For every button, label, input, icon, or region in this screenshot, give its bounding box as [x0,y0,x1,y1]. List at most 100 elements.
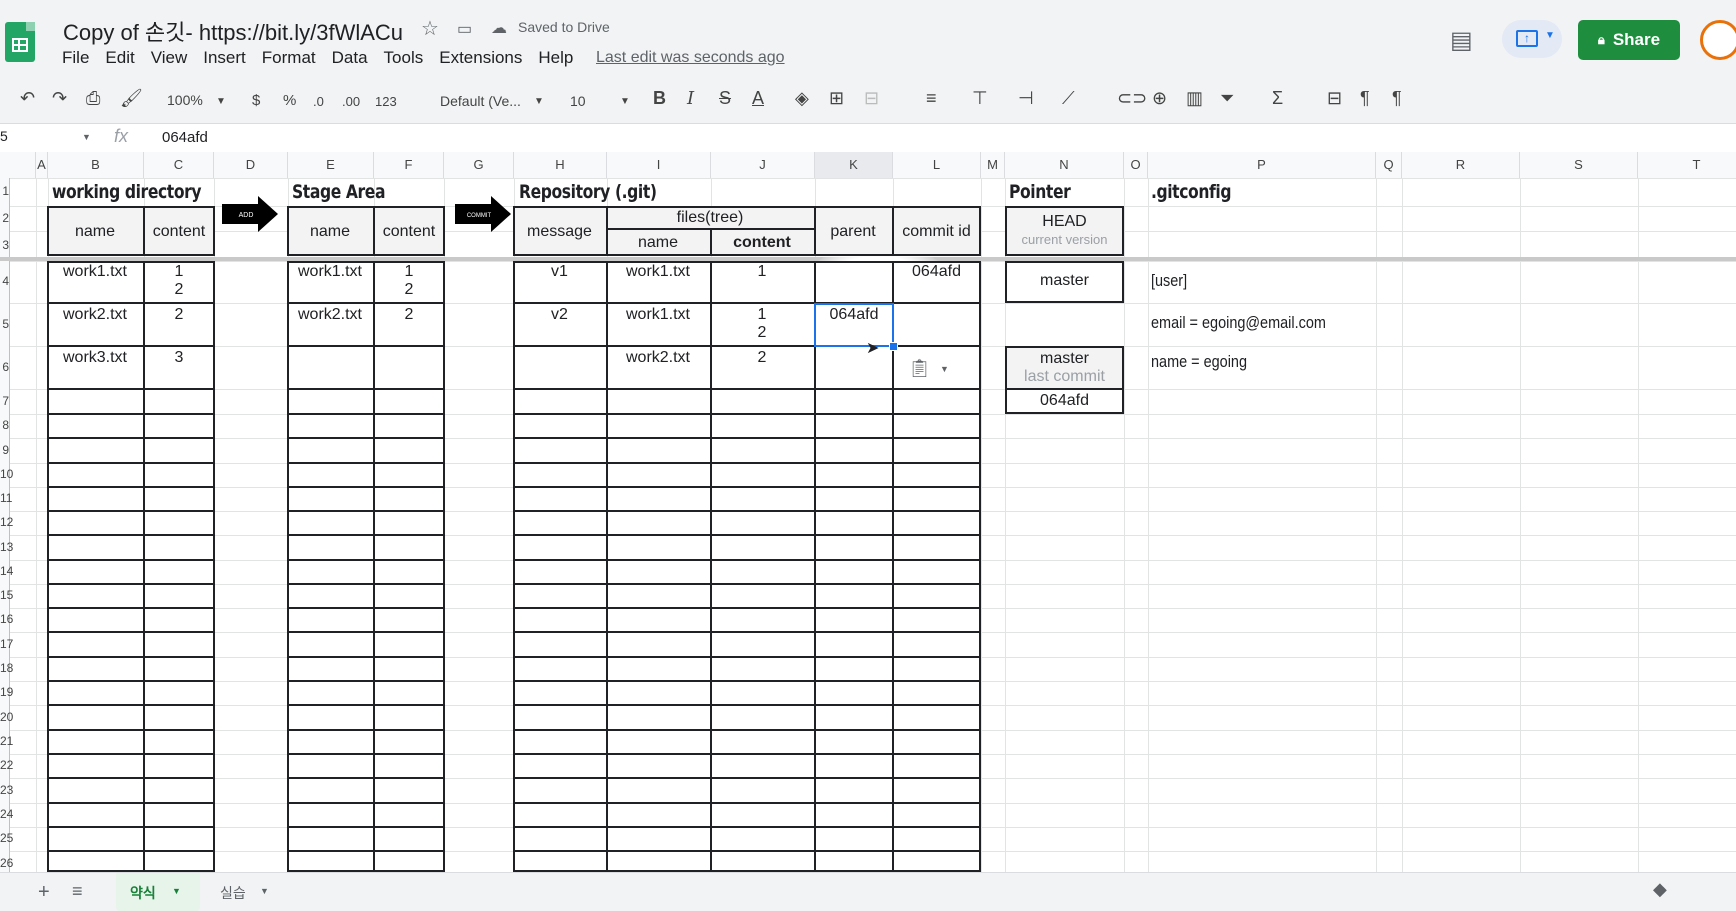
fill-handle[interactable] [889,342,898,351]
strikethrough-button[interactable]: S [719,88,731,109]
wd-row3-content[interactable]: 3 [143,349,215,367]
row-header[interactable]: 10 [0,467,13,481]
row-header[interactable]: 11 [0,491,12,505]
row-header[interactable]: 19 [0,685,13,699]
tab-active[interactable]: 약식 ▼ [116,873,200,911]
col-header-t[interactable]: T [1638,152,1736,178]
row-header[interactable]: 22 [0,758,13,772]
col-header-s[interactable]: S [1520,152,1638,178]
row-header[interactable]: 6 [0,360,9,374]
paint-format-icon[interactable]: 🖌︎ [120,88,143,109]
wrap-icon[interactable]: ⊣ [1018,88,1034,109]
row-header[interactable]: 4 [0,274,9,288]
row-header[interactable]: 3 [0,238,9,252]
repo-row3-name[interactable]: work2.txt [606,349,710,367]
repo-row3-content[interactable]: 2 [710,349,814,367]
currency-button[interactable]: $ [252,92,260,109]
row-header[interactable]: 1 [0,184,9,198]
gitconfig-section[interactable]: [user] [1151,272,1187,290]
master-id[interactable]: 064afd [1005,392,1124,410]
borders-icon[interactable]: ⊞ [829,88,844,109]
text-color-button[interactable]: A [752,88,764,109]
rtl-icon[interactable]: ¶ [1392,88,1402,109]
menu-tools[interactable]: Tools [384,48,424,68]
wd-row3-name[interactable]: work3.txt [47,349,143,367]
col-header-a[interactable]: A [36,152,48,178]
col-header-f[interactable]: F [374,152,444,178]
formula-input[interactable]: 064afd [162,129,208,146]
row-header[interactable]: 17 [0,637,13,651]
decrease-decimal-button[interactable]: .0 [313,94,324,109]
rotate-icon[interactable]: ⟋ [1062,88,1075,109]
align-icon[interactable]: ≡ [926,88,937,109]
row-header[interactable]: 21 [0,734,13,748]
present-button[interactable]: ↑ ▼ [1502,20,1562,58]
col-header-q[interactable]: Q [1376,152,1402,178]
head-target[interactable]: master [1005,272,1124,290]
tab-second-dropdown-icon[interactable]: ▼ [260,886,269,896]
row-header[interactable]: 20 [0,710,13,724]
functions-icon[interactable]: Σ [1272,88,1283,109]
col-header-h[interactable]: H [514,152,607,178]
stage-row2-name[interactable]: work2.txt [287,306,373,324]
menu-edit[interactable]: Edit [105,48,134,68]
col-header-m[interactable]: M [981,152,1005,178]
tab-dropdown-icon[interactable]: ▼ [172,886,181,896]
row-header[interactable]: 5 [0,317,9,331]
row-header[interactable]: 12 [0,515,13,529]
star-icon[interactable]: ☆ [421,16,439,41]
menu-help[interactable]: Help [538,48,573,68]
repo-row2-message[interactable]: v2 [513,306,606,324]
font-size-select[interactable]: 10 [570,93,586,109]
row-header[interactable]: 14 [0,564,13,578]
col-header-r[interactable]: R [1402,152,1520,178]
more-formats-button[interactable]: 123 [375,94,397,109]
repo-row1-name[interactable]: work1.txt [606,263,710,281]
explore-icon[interactable]: ◆ [1653,879,1667,900]
col-header-p[interactable]: P [1148,152,1376,178]
freeze-icon[interactable]: ⊟ [1327,88,1342,109]
name-box[interactable]: 5 [0,128,8,144]
row-header[interactable]: 9 [0,443,9,457]
link-icon[interactable]: ⊂⊃ [1117,88,1147,109]
sheets-logo-icon[interactable] [5,22,35,62]
row-header[interactable]: 24 [0,807,13,821]
avatar[interactable] [1700,20,1736,60]
col-header-k[interactable]: K [815,152,893,178]
paste-options-icon[interactable]: 📋︎ [908,358,931,379]
zoom-select[interactable]: 100% [167,92,203,108]
stage-row2-content[interactable]: 2 [373,306,445,324]
repo-row2-name[interactable]: work1.txt [606,306,710,324]
print-icon[interactable]: ⎙ [86,88,100,109]
row-header[interactable]: 13 [0,540,13,554]
redo-icon[interactable]: ↷ [52,88,67,109]
comment-add-icon[interactable]: ⊕ [1152,88,1167,109]
all-sheets-icon[interactable]: ≡ [72,881,83,902]
repo-row1-content[interactable]: 1 [710,263,814,281]
document-title[interactable]: Copy of 손깃- https://bit.ly/3fWlACu [63,15,403,47]
corner-cell[interactable] [0,152,36,178]
bold-button[interactable]: B [653,88,666,109]
chart-icon[interactable]: ▥ [1186,88,1203,109]
sheet-grid[interactable]: A B C D E F G H I J K L M N O P Q R S T … [0,152,1736,872]
row-header[interactable]: 25 [0,831,13,845]
col-header-c[interactable]: C [144,152,214,178]
menu-data[interactable]: Data [332,48,368,68]
col-header-i[interactable]: I [607,152,711,178]
gitconfig-email[interactable]: email = egoing@email.com [1151,314,1326,332]
fill-color-icon[interactable]: ◈ [795,88,809,109]
row-header[interactable]: 18 [0,661,13,675]
comment-icon[interactable]: ▤ [1450,26,1473,55]
italic-button[interactable]: I [687,88,694,109]
ltr-icon[interactable]: ¶ [1360,88,1370,109]
col-header-o[interactable]: O [1124,152,1148,178]
tab-second[interactable]: 실습 ▼ [210,873,294,911]
menu-insert[interactable]: Insert [203,48,246,68]
col-header-d[interactable]: D [214,152,288,178]
col-header-n[interactable]: N [1005,152,1124,178]
row-header[interactable]: 2 [0,211,9,225]
wd-row1-content[interactable]: 1 2 [143,263,215,299]
wd-row1-name[interactable]: work1.txt [47,263,143,281]
filter-icon[interactable]: ⏷ [1220,88,1234,109]
menu-extensions[interactable]: Extensions [439,48,522,68]
